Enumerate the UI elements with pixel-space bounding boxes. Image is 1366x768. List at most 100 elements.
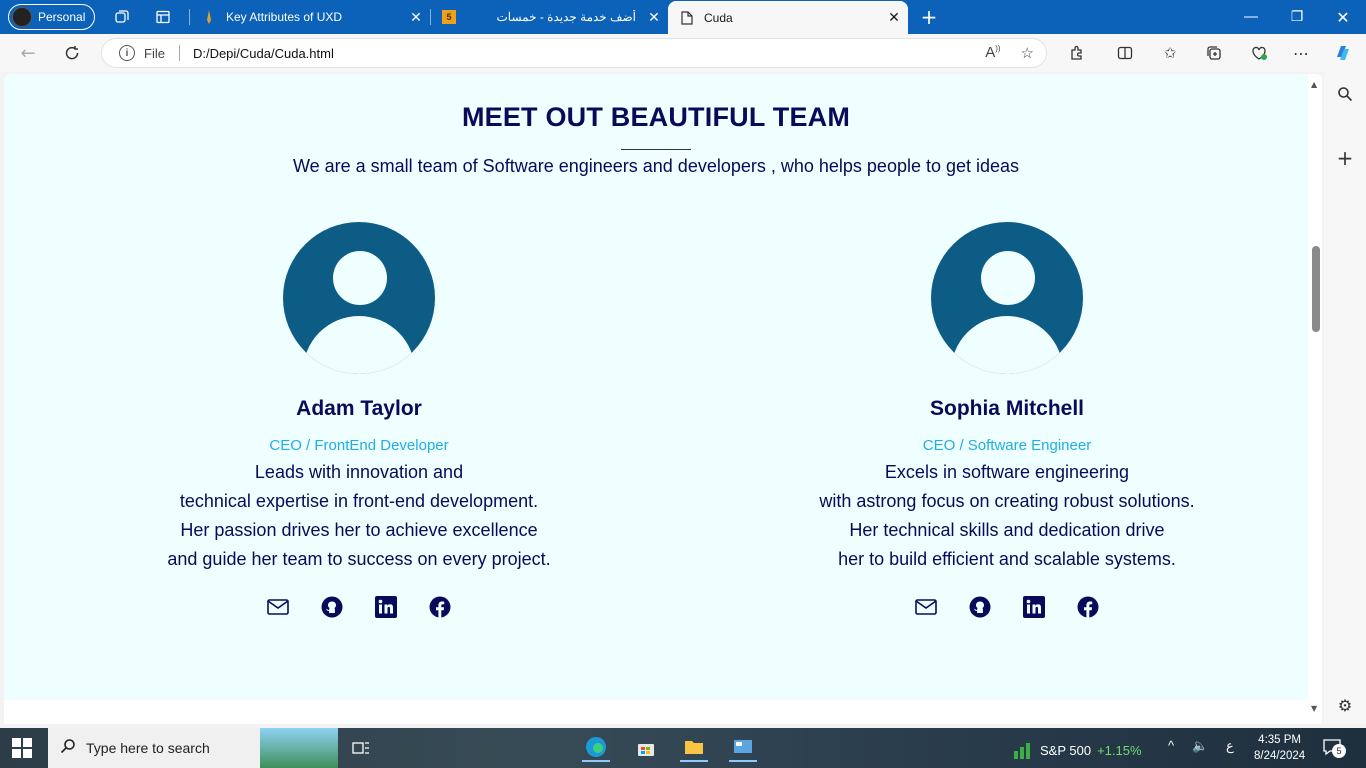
task-view-icon[interactable] [347,734,375,762]
collections-icon[interactable] [1204,43,1224,63]
address-bar[interactable]: i File D:/Depi/Cuda/Cuda.html A)) ☆ [101,38,1047,68]
refresh-icon[interactable] [57,39,87,67]
bio-line: Excels in software engineering [884,462,1130,482]
file-explorer-icon[interactable] [680,734,708,762]
read-aloud-icon[interactable]: A)) [985,44,1000,62]
page-viewport: MEET OUT BEAUTIFUL TEAM We are a small t… [4,74,1322,724]
heading-divider [621,149,691,150]
url-text[interactable]: D:/Depi/Cuda/Cuda.html [193,46,334,61]
social-links [797,596,1217,618]
member-role: CEO / Software Engineer [922,437,1092,454]
team-member-card: Adam Taylor CEO / FrontEnd Developer Lea… [149,222,569,618]
search-icon[interactable] [1334,83,1356,105]
taskbar-search[interactable]: Type here to search [48,728,338,768]
windows-taskbar: Type here to search S&P 500 +1.15% ^ 🔈 ع… [0,728,1366,768]
email-icon[interactable] [267,596,289,618]
favorite-star-icon[interactable]: ☆ [1021,44,1034,62]
search-highlight-image [260,728,338,768]
profile-label: Personal [38,10,86,24]
tab-title: أضف خدمة جديدة - خمسات [496,10,636,24]
scroll-up-icon[interactable]: ▲ [1311,80,1317,89]
add-icon[interactable]: + [1334,146,1356,170]
copilot-icon[interactable] [1333,43,1353,63]
tab-cuda[interactable]: Cuda ✕ [668,1,908,34]
favorites-icon[interactable]: ✩ [1160,43,1180,63]
extensions-icon[interactable] [1067,43,1087,63]
bio-line: technical expertise in front-end develop… [179,491,539,511]
store-icon[interactable] [632,734,660,762]
back-icon[interactable]: ← [13,39,43,67]
taskbar-clock[interactable]: 4:35 PM 8/24/2024 [1254,732,1305,764]
pencil-icon [202,10,216,24]
control-panel-icon[interactable] [729,734,757,762]
search-icon [60,738,76,759]
volume-icon[interactable]: 🔈 [1192,738,1208,754]
tab-title: Key Attributes of UXD [226,10,343,24]
tab-actions-icon[interactable] [153,7,173,27]
info-icon[interactable]: i [119,45,135,61]
member-bio: Leads with innovation and technical expe… [149,458,569,574]
page-scrollbar[interactable]: ▲ ▼ [1308,74,1322,724]
scrollbar-thumb[interactable] [1312,246,1320,332]
show-hidden-icons-icon[interactable]: ^ [1168,738,1174,753]
chart-up-icon [1012,739,1034,762]
clock-time: 4:35 PM [1258,734,1301,746]
omnibox-divider [178,45,180,61]
avatar-icon [931,222,1083,374]
facebook-icon[interactable] [1077,596,1099,618]
bio-line: with astrong focus on creating robust so… [819,491,1195,511]
member-name: Adam Taylor [296,397,422,420]
page-below-section [4,700,1308,724]
member-role: CEO / FrontEnd Developer [269,437,449,454]
address-toolbar: ← i File D:/Depi/Cuda/Cuda.html A)) ☆ ✩ … [0,34,1366,72]
notifications-icon[interactable]: 5 [1322,738,1346,760]
tab-title: Cuda [704,10,733,25]
social-links [149,596,569,618]
member-name: Sophia Mitchell [929,397,1084,420]
profile-button[interactable]: Personal [8,4,95,30]
workspaces-icon[interactable] [112,7,132,27]
clock-date: 8/24/2024 [1254,750,1306,762]
linkedin-icon[interactable] [375,596,397,618]
github-icon[interactable] [969,596,991,618]
bio-line: Leads with innovation and [254,462,464,482]
edge-taskbar-icon[interactable] [582,734,610,762]
scroll-down-icon[interactable]: ▼ [1311,704,1317,713]
page-icon [680,10,694,25]
minimize-button[interactable]: ― [1228,0,1274,34]
bio-line: and guide her team to success on every p… [167,549,551,569]
more-menu-icon[interactable]: ⋯ [1291,43,1311,63]
email-icon[interactable] [915,596,937,618]
close-icon[interactable]: ✕ [402,9,430,26]
bio-line: Her passion drives her to achieve excell… [180,520,538,540]
profile-avatar [12,7,32,27]
team-member-card: Sophia Mitchell CEO / Software Engineer … [797,222,1217,618]
search-placeholder: Type here to search [86,740,210,756]
facebook-icon[interactable] [429,596,451,618]
tab-khamsat[interactable]: 5 أضف خدمة جديدة - خمسات ✕ [430,0,668,34]
new-tab-icon[interactable]: + [919,5,939,29]
split-screen-icon[interactable] [1115,43,1135,63]
input-language[interactable]: ع [1226,738,1234,754]
restore-button[interactable]: ❐ [1274,0,1320,34]
team-section: MEET OUT BEAUTIFUL TEAM We are a small t… [4,74,1308,700]
notification-count: 5 [1332,744,1346,758]
stock-ticker-widget[interactable]: S&P 500 +1.15% [1012,739,1142,762]
khamsat-favicon: 5 [442,10,456,24]
close-icon[interactable]: ✕ [640,9,668,26]
browser-title-bar: Personal Key Attributes of UXD ✕ 5 أضف خ… [0,0,1366,34]
close-icon[interactable]: ✕ [880,9,908,26]
ticker-change: +1.15% [1097,743,1142,758]
page-title: MEET OUT BEAUTIFUL TEAM [461,102,851,132]
github-icon[interactable] [321,596,343,618]
windows-start-icon[interactable] [12,738,32,758]
ticker-name: S&P 500 [1040,743,1092,758]
linkedin-icon[interactable] [1023,596,1045,618]
browser-essentials-icon[interactable] [1249,43,1269,63]
page-subtitle: We are a small team of Software engineer… [292,156,1020,176]
avatar-icon [283,222,435,374]
member-bio: Excels in software engineering with astr… [797,458,1217,574]
tab-key-attributes[interactable]: Key Attributes of UXD ✕ [190,0,430,34]
settings-gear-icon[interactable]: ⚙ [1334,694,1356,716]
close-window-button[interactable]: ✕ [1320,0,1366,34]
